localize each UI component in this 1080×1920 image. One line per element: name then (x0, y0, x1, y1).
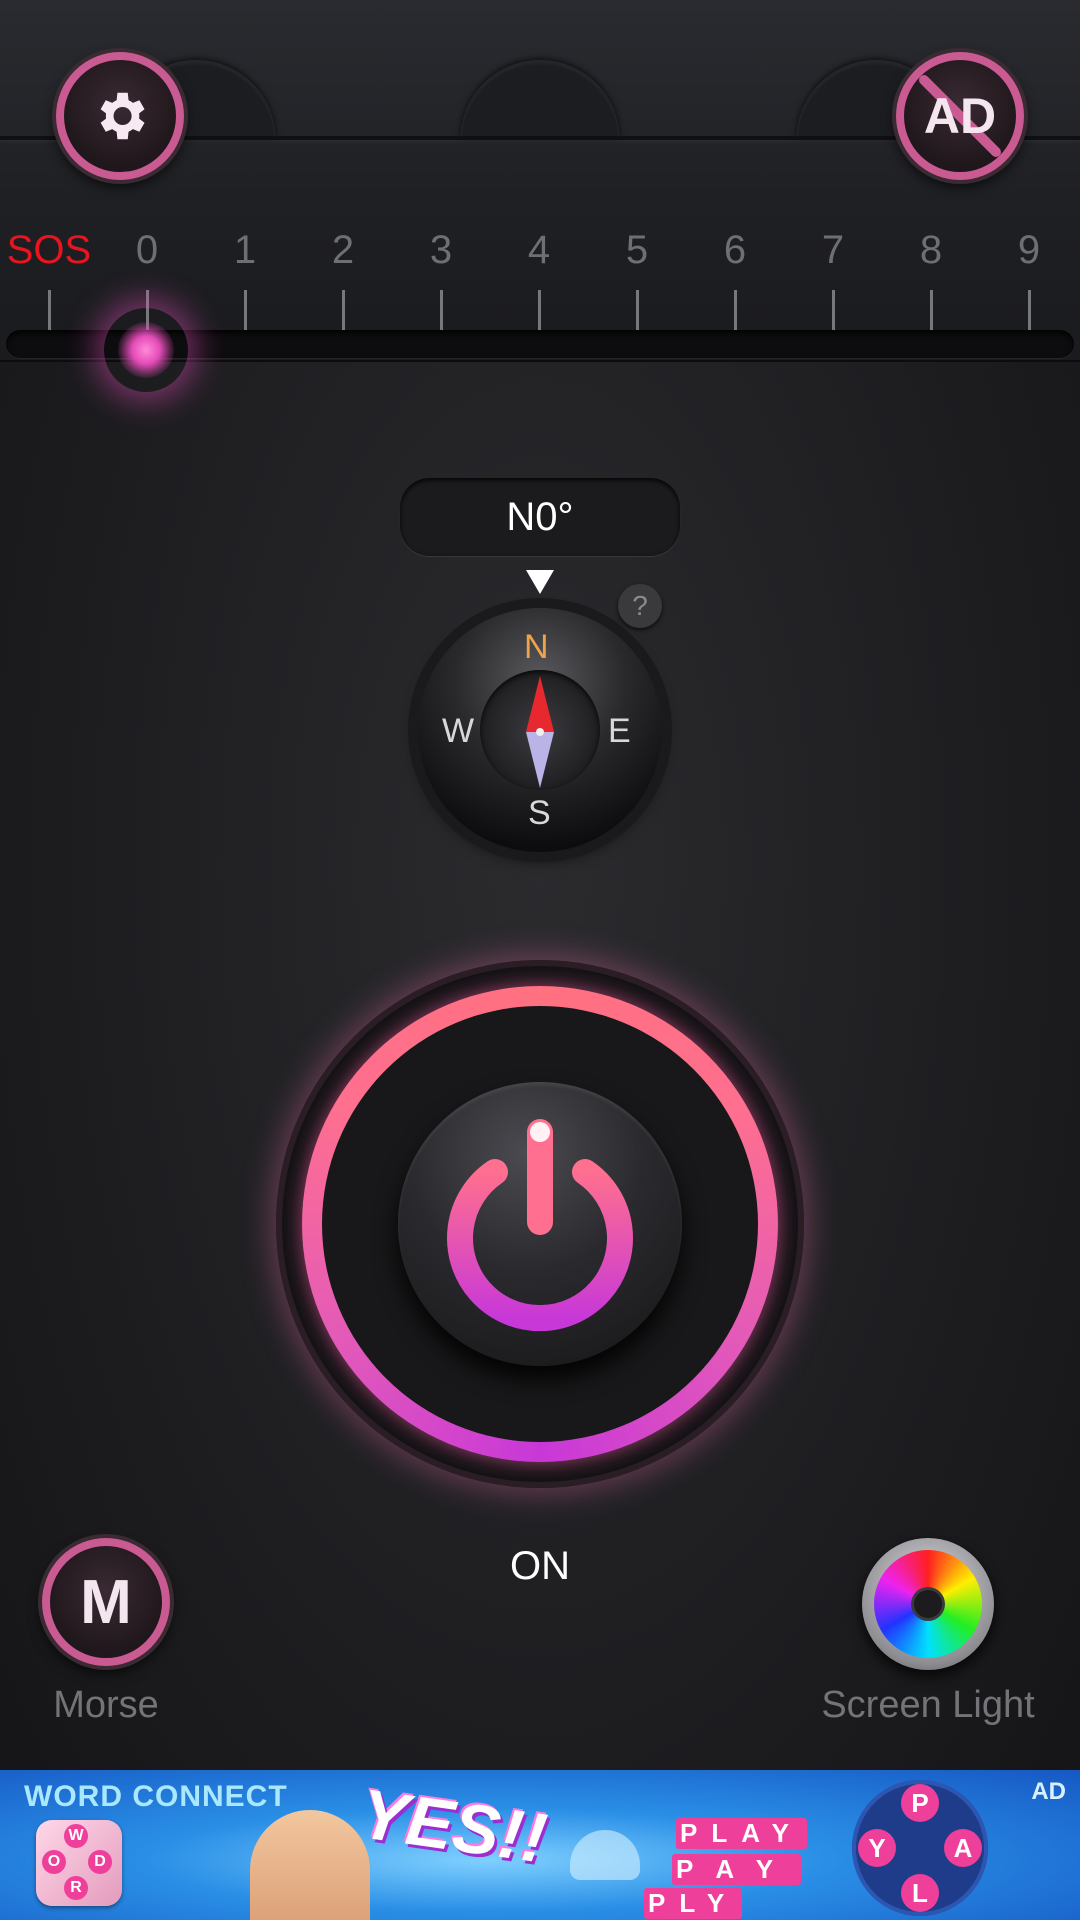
scale-tick (244, 290, 247, 330)
morse-button-glyph: M (80, 1567, 132, 1637)
ad-wheel-letter: P (901, 1784, 939, 1822)
color-wheel-icon (874, 1550, 982, 1658)
compass-west-label: W (442, 712, 475, 750)
flashlight-state-label: ON (510, 1544, 570, 1588)
strobe-level-3[interactable]: 3 (411, 228, 471, 273)
power-button[interactable] (398, 1082, 682, 1366)
ad-wheel-letter: A (944, 1829, 982, 1867)
compass-north-label: N (524, 628, 549, 666)
scale-tick (832, 290, 835, 330)
strobe-level-1[interactable]: 1 (215, 228, 275, 273)
sos-label[interactable]: SOS (4, 228, 94, 273)
scale-tick (636, 290, 639, 330)
ad-word-ply: PLY (644, 1888, 743, 1919)
compass-east-label: E (608, 712, 631, 750)
morse-button[interactable]: M (42, 1538, 170, 1666)
ad-title: WORD CONNECT (24, 1780, 288, 1813)
strobe-level-7[interactable]: 7 (803, 228, 863, 273)
heading-pointer-icon (526, 570, 554, 594)
scale-tick (342, 290, 345, 330)
strobe-level-5[interactable]: 5 (607, 228, 667, 273)
compass-dial: N S E W (418, 608, 662, 852)
ad-icon-letter: R (64, 1876, 88, 1900)
scale-tick (930, 290, 933, 330)
scale-tick (734, 290, 737, 330)
heading-readout: N0° (400, 478, 680, 556)
ad-tag: AD (1031, 1778, 1066, 1805)
strobe-level-0[interactable]: 0 (117, 228, 177, 273)
ad-banner[interactable]: WORD CONNECT AD W O R D YES!! PLAY PAY P… (0, 1770, 1080, 1920)
ad-icon-letter: O (42, 1850, 66, 1874)
ad-word-play: PLAY (676, 1818, 807, 1849)
power-icon (425, 1102, 655, 1347)
compass-needle-icon (524, 676, 556, 793)
ad-icon-letter: D (88, 1850, 112, 1874)
ad-app-icon: W O R D (36, 1820, 122, 1906)
strobe-level-9[interactable]: 9 (999, 228, 1059, 273)
scale-tick (440, 290, 443, 330)
screen-light-button[interactable] (862, 1538, 994, 1670)
ad-jellyfish-image (570, 1830, 640, 1880)
ad-headline: YES!! (355, 1774, 552, 1878)
panel-bump (460, 60, 620, 140)
screen-light-label: Screen Light (821, 1684, 1035, 1726)
strobe-slider-handle[interactable] (118, 322, 174, 378)
ad-wheel-letter: L (901, 1874, 939, 1912)
strobe-level-8[interactable]: 8 (901, 228, 961, 273)
remove-ads-button[interactable]: AD (896, 52, 1024, 180)
gear-icon (89, 85, 151, 147)
strobe-level-4[interactable]: 4 (509, 228, 569, 273)
ad-word-pay: PAY (672, 1854, 802, 1885)
color-wheel-center (914, 1590, 942, 1618)
strobe-scale: SOS 0 1 2 3 4 5 6 7 8 9 (0, 228, 1080, 278)
power-button-housing (276, 960, 804, 1488)
ad-icon-letter: W (64, 1824, 88, 1848)
compass-help-button[interactable]: ? (618, 584, 662, 628)
compass-south-label: S (528, 794, 551, 832)
strobe-level-6[interactable]: 6 (705, 228, 765, 273)
scale-tick (538, 290, 541, 330)
ad-person-image (250, 1810, 370, 1920)
ad-wheel-letter: Y (858, 1829, 896, 1867)
settings-button[interactable] (56, 52, 184, 180)
morse-label: Morse (53, 1684, 159, 1726)
scale-tick (48, 290, 51, 330)
strobe-level-2[interactable]: 2 (313, 228, 373, 273)
ad-label: AD (923, 88, 997, 144)
ad-letter-wheel: P Y A L (852, 1780, 988, 1916)
scale-tick (1028, 290, 1031, 330)
